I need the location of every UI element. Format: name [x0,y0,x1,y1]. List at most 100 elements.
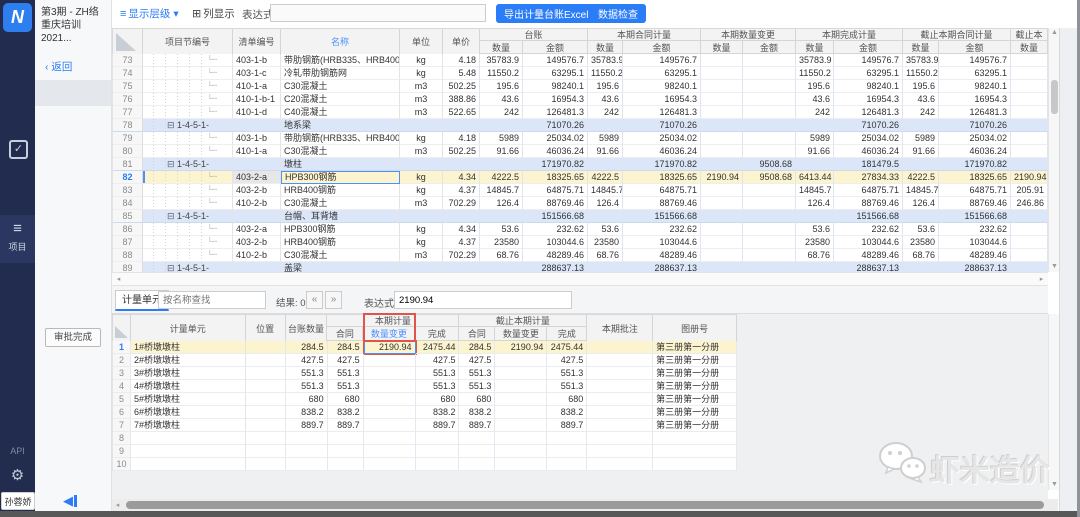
cur-done-amt-cell[interactable]: 63295.1 [834,67,903,80]
ledger-qty-cell[interactable]: 5989 [480,132,523,145]
ledger-qty-cell[interactable]: 680 [286,393,328,406]
album-cell[interactable] [653,432,737,445]
cum-cut-qty-cell[interactable] [1011,262,1048,272]
cur-contract-qty-cell[interactable] [588,119,623,132]
ledger-row[interactable]: 74 ⊟ 403-1-c 冷轧带肋钢筋网 kg 5.48 11550.2 632… [113,67,1048,80]
row-number[interactable]: 86 [113,223,143,236]
cur-done-amt-cell[interactable]: 27834.33 [834,171,903,184]
sidebar-menu-item[interactable] [35,288,111,314]
row-number[interactable]: 81 [113,158,143,171]
row-number[interactable]: 89 [113,262,143,272]
user-name-badge[interactable]: 孙蓉娇 [1,492,35,510]
row-number[interactable]: 7 [113,419,131,432]
name-cell[interactable]: HPB300钢筋 [281,171,400,184]
unit-name-cell[interactable]: 6#桥墩墩柱 [131,406,246,419]
price-cell[interactable] [443,119,480,132]
album-cell[interactable]: 第三册第一分册 [653,393,737,406]
row-number[interactable]: 79 [113,132,143,145]
row-number[interactable]: 82 [113,171,143,184]
unit-name-cell[interactable]: 7#桥墩墩柱 [131,419,246,432]
tree-cell[interactable]: ⊟ [143,106,233,119]
cur-contract-qty-cell[interactable] [588,158,623,171]
name-cell[interactable]: 台帽、耳背墙 [281,210,400,223]
row-number[interactable]: 80 [113,145,143,158]
price-cell[interactable]: 4.37 [443,184,480,197]
note-cell[interactable] [587,432,653,445]
horizontal-scrollbar[interactable]: ◂ ▸ [112,272,1048,286]
tree-cell[interactable]: ⊟ [143,184,233,197]
cum-contract-amt-cell[interactable]: 63295.1 [939,67,1011,80]
cum-contract-qty-cell[interactable]: 126.4 [903,197,939,210]
sidebar-menu-item[interactable] [35,236,111,262]
ledger-amt-cell[interactable]: 46036.24 [523,145,588,158]
cum-cut-qty-cell[interactable]: 2190.94 [1011,171,1048,184]
cum-done-cell[interactable]: 427.5 [547,354,587,367]
cum-cut-qty-cell[interactable] [1011,93,1048,106]
cur-change-qty-cell[interactable] [701,145,743,158]
cur-done-amt-cell[interactable]: 48289.46 [834,249,903,262]
cum-contract-qty-cell[interactable]: 35783.9 [903,54,939,67]
ledger-amt-cell[interactable]: 16954.3 [523,93,588,106]
ledger-qty-cell[interactable]: 11550.2 [480,67,523,80]
cur-contract-qty-cell[interactable]: 4222.5 [588,171,623,184]
cur-done-cell[interactable] [416,445,460,458]
unit-cell[interactable] [400,158,443,171]
cur-contract-qty-cell[interactable]: 126.4 [588,197,623,210]
unit-cell[interactable] [400,262,443,272]
scrollbar-thumb[interactable] [126,501,1044,509]
list-code-cell[interactable]: 403-2-b [233,236,281,249]
cur-contract-qty-cell[interactable]: 23580 [588,236,623,249]
cur-change-qty-cell[interactable] [701,210,743,223]
list-code-cell[interactable]: 403-1-c [233,67,281,80]
cum-contract-amt-cell[interactable]: 46036.24 [939,145,1011,158]
cur-contract-cell[interactable]: 551.3 [328,367,364,380]
col-node-code[interactable]: 项目节编号 [143,29,233,55]
note-cell[interactable] [587,354,653,367]
cum-change-cell[interactable] [495,419,547,432]
ledger-qty-cell[interactable] [480,119,523,132]
next-result-button[interactable]: » [325,291,342,309]
col-qty-change[interactable]: 数量变更 [495,327,547,341]
cur-done-amt-cell[interactable]: 103044.6 [834,236,903,249]
unit-name-cell[interactable]: 2#桥墩墩柱 [131,354,246,367]
ledger-amt-cell[interactable]: 18325.65 [523,171,588,184]
cur-change-amt-cell[interactable] [743,249,796,262]
name-cell[interactable]: 盖梁 [281,262,400,272]
scroll-left-icon[interactable]: ◂ [113,275,124,285]
unit-cell[interactable]: m3 [400,145,443,158]
album-cell[interactable]: 第三册第一分册 [653,380,737,393]
ledger-row[interactable]: 76 ⊟ 410-1-b-1 C20混凝土 m3 388.86 43.6 169… [113,93,1048,106]
cur-contract-amt-cell[interactable]: 25034.02 [623,132,701,145]
ledger-qty-cell[interactable] [480,262,523,272]
cur-done-cell[interactable]: 680 [416,393,460,406]
cum-done-cell[interactable]: 551.3 [547,367,587,380]
cur-change-cell[interactable] [364,432,416,445]
ledger-amt-cell[interactable]: 64875.71 [523,184,588,197]
cur-change-qty-cell[interactable] [701,197,743,210]
ledger-amt-cell[interactable]: 25034.02 [523,132,588,145]
cum-contract-qty-cell[interactable] [903,119,939,132]
row-number[interactable]: 6 [113,406,131,419]
collapse-icon[interactable]: ⊟ [167,119,175,131]
cum-change-cell[interactable]: 2190.94 [495,341,547,354]
cum-contract-amt-cell[interactable]: 48289.46 [939,249,1011,262]
unit-name-cell[interactable] [131,458,246,471]
column-display-button[interactable]: ⊞列显示 [192,6,235,21]
cur-done-qty-cell[interactable]: 195.6 [796,80,834,93]
price-cell[interactable] [443,262,480,272]
note-cell[interactable] [587,406,653,419]
note-cell[interactable] [587,458,653,471]
note-cell[interactable] [587,380,653,393]
vertical-scrollbar[interactable]: ▲ ▼ [1048,28,1059,272]
ledger-qty-cell[interactable] [480,158,523,171]
sidebar-menu-item[interactable] [35,184,111,210]
cur-done-amt-cell[interactable]: 232.62 [834,223,903,236]
cur-contract-amt-cell[interactable]: 149576.7 [623,54,701,67]
ledger-amt-cell[interactable]: 88769.46 [523,197,588,210]
album-cell[interactable]: 第三册第一分册 [653,341,737,354]
list-code-cell[interactable] [233,210,281,223]
album-cell[interactable] [653,458,737,471]
cum-done-cell[interactable]: 838.2 [547,406,587,419]
cum-change-cell[interactable] [495,380,547,393]
position-cell[interactable] [246,445,286,458]
